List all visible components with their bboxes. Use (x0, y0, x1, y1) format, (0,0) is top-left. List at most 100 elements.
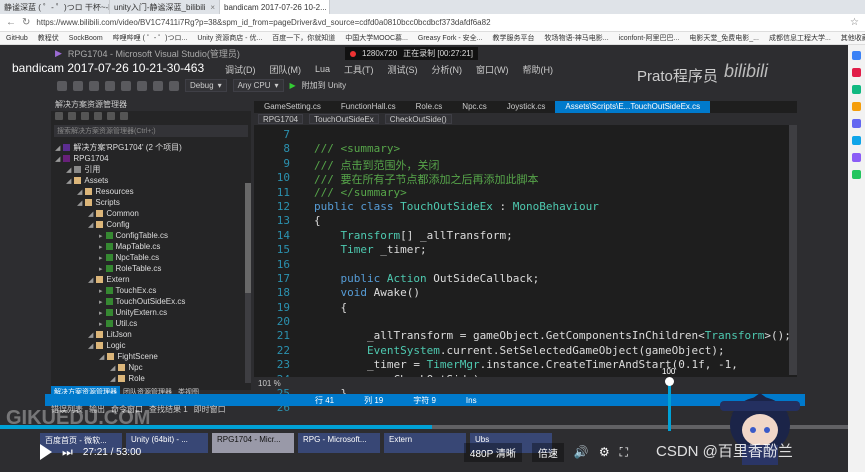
save-all-icon[interactable] (137, 80, 147, 91)
code-line[interactable]: 22 EventSystem.current.SetSelectedGameOb… (254, 344, 797, 358)
doc-tab[interactable]: FunctionHall.cs (331, 101, 406, 113)
expand-arrow-icon[interactable]: ▸ (99, 243, 103, 251)
expand-arrow-icon[interactable]: ◢ (66, 166, 71, 174)
games-icon[interactable] (852, 102, 861, 111)
bookmark-item[interactable]: iconfont-阿里巴巴... (619, 33, 680, 43)
properties-icon[interactable] (107, 112, 115, 120)
search-icon[interactable] (852, 51, 861, 60)
code-line[interactable]: 19 { (254, 301, 797, 315)
expand-arrow-icon[interactable]: ▸ (99, 254, 103, 262)
expand-arrow-icon[interactable]: ◢ (88, 276, 93, 284)
bookmark-item[interactable]: Unity 资源商店 - 优... (197, 33, 262, 43)
play-icon[interactable] (40, 444, 52, 460)
menu-item[interactable]: 窗口(W) (476, 63, 509, 76)
expand-arrow-icon[interactable]: ◢ (99, 353, 104, 361)
tools-icon[interactable] (852, 85, 861, 94)
bookmark-item[interactable]: 中国大学MOOC慕... (345, 33, 408, 43)
doc-tab-active[interactable]: Assets\Scripts\E...TouchOutSideEx.cs (555, 101, 711, 113)
tree-node[interactable]: ▸ TouchEx.cs (51, 285, 251, 296)
save-icon[interactable] (121, 80, 131, 91)
sync-icon[interactable] (68, 112, 76, 120)
expand-arrow-icon[interactable]: ◢ (55, 144, 60, 152)
speed-button[interactable]: 倍速 (531, 442, 564, 462)
refresh-icon[interactable] (81, 112, 89, 120)
code-line[interactable]: 9 /// 点击到范围外，关闭 (254, 157, 797, 172)
expand-arrow-icon[interactable]: ◢ (88, 331, 93, 339)
bookmark-item[interactable]: Greasy Fork - 安全... (418, 33, 483, 43)
code-line[interactable]: 23 _timer = TimerMgr.instance.CreateTime… (254, 358, 797, 372)
bookmark-item[interactable]: GitHub (6, 35, 28, 42)
volume-knob[interactable] (665, 377, 674, 386)
tab-find-results[interactable]: 查找结果 1 (149, 404, 188, 416)
code-line[interactable]: 8 /// <summary> (254, 142, 797, 156)
expand-arrow-icon[interactable]: ▸ (99, 320, 103, 328)
favorites-icon[interactable] (852, 68, 861, 77)
code-line[interactable]: 18 void Awake() (254, 286, 797, 300)
doc-tab[interactable]: Joystick.cs (497, 101, 556, 113)
tree-node[interactable]: ◢ Resources (51, 186, 251, 197)
volume-slider[interactable]: 100 (662, 367, 676, 433)
code-area[interactable]: 7 8 /// <summary> 9 /// 点击到范围外，关闭 10 /// 要在所有子… (254, 125, 797, 416)
expand-arrow-icon[interactable]: ◢ (66, 177, 71, 185)
star-icon[interactable]: ☆ (850, 17, 859, 28)
scrollbar[interactable] (789, 125, 797, 375)
expand-arrow-icon[interactable]: ◢ (77, 188, 82, 196)
tree-node[interactable]: ▸ ConfigTable.cs (51, 230, 251, 241)
apps-icon[interactable] (852, 153, 861, 162)
expand-arrow-icon[interactable]: ▸ (99, 287, 103, 295)
bookmark-item[interactable]: 电影天堂_免费电影_... (689, 33, 759, 43)
expand-arrow-icon[interactable]: ▸ (99, 232, 103, 240)
bookmark-item[interactable]: 教学服务平台 (492, 33, 534, 43)
collapse-icon[interactable] (94, 112, 102, 120)
add-icon[interactable] (852, 170, 861, 179)
bookmark-item[interactable]: 成都信息工程大学... (769, 33, 831, 43)
browser-tab-3[interactable]: bandicam 2017-07-26 10-2...× (220, 0, 330, 14)
bookmark-item[interactable]: 教程伏 (38, 33, 59, 43)
expand-arrow-icon[interactable]: ▸ (99, 309, 103, 317)
outlook-icon[interactable] (852, 136, 861, 145)
doc-tab[interactable]: Role.cs (406, 101, 453, 113)
project-dropdown[interactable]: RPG1704 (258, 114, 304, 124)
tree-node[interactable]: ▸ MapTable.cs (51, 241, 251, 252)
tree-node[interactable]: ▸ NpcTable.cs (51, 252, 251, 263)
tree-node[interactable]: ◢ FightScene (51, 351, 251, 362)
tree-node[interactable]: ◢ Logic (51, 340, 251, 351)
tree-node[interactable]: ◢ Config (51, 219, 251, 230)
code-line[interactable]: 13 { (254, 214, 797, 228)
code-line[interactable]: 16 (254, 258, 797, 272)
menu-item[interactable]: Lua (315, 64, 330, 74)
config-select[interactable]: Debug ▾ (185, 79, 227, 92)
menu-item[interactable]: 分析(N) (432, 63, 463, 76)
code-line[interactable]: 21 _allTransform = gameObject.GetCompone… (254, 329, 797, 343)
expand-arrow-icon[interactable]: ◢ (55, 155, 60, 163)
close-icon[interactable]: × (210, 3, 215, 12)
browser-tab-2[interactable]: unity入门-静谧深蓝_bilibili × (110, 0, 220, 14)
wrench-icon[interactable] (120, 112, 128, 120)
back-icon[interactable]: ← (6, 17, 16, 28)
zoom-level[interactable]: 101 % (258, 379, 281, 388)
forward-nav-icon[interactable] (73, 80, 83, 91)
expand-arrow-icon[interactable]: ◢ (110, 375, 115, 383)
volume-icon[interactable]: 🔊 (574, 445, 589, 459)
expand-arrow-icon[interactable]: ▸ (99, 265, 103, 273)
tree-node[interactable]: ◢ Scripts (51, 197, 251, 208)
undo-icon[interactable] (153, 80, 163, 91)
home-icon[interactable] (55, 112, 63, 120)
menu-item[interactable]: 调试(D) (225, 63, 256, 76)
bookmark-item[interactable]: 其他收藏夹 (841, 33, 865, 43)
bookmark-item[interactable]: 百度一下，你就知道 (272, 33, 335, 43)
refresh-icon[interactable]: ↻ (22, 17, 30, 28)
code-editor[interactable]: GameSetting.cs FunctionHall.cs Role.cs N… (254, 101, 797, 414)
url-input[interactable]: https://www.bilibili.com/video/BV1C7411i… (36, 18, 844, 27)
doc-tab[interactable]: GameSetting.cs (254, 101, 331, 113)
expand-arrow-icon[interactable]: ◢ (88, 210, 93, 218)
menu-item[interactable]: 团队(M) (270, 63, 302, 76)
bookmark-item[interactable]: 哔哩哔哩 ( ゜- ゜)つロ... (113, 33, 188, 43)
start-icon[interactable]: ▶ (290, 81, 296, 90)
scrollbar-thumb[interactable] (245, 183, 251, 293)
settings-icon[interactable]: ⚙ (599, 445, 610, 459)
tab-immediate-window[interactable]: 即时窗口 (194, 404, 226, 416)
tree-node[interactable]: ◢ Common (51, 208, 251, 219)
member-dropdown[interactable]: CheckOutSide() (384, 114, 452, 124)
class-dropdown[interactable]: TouchOutSideEx (309, 114, 379, 124)
